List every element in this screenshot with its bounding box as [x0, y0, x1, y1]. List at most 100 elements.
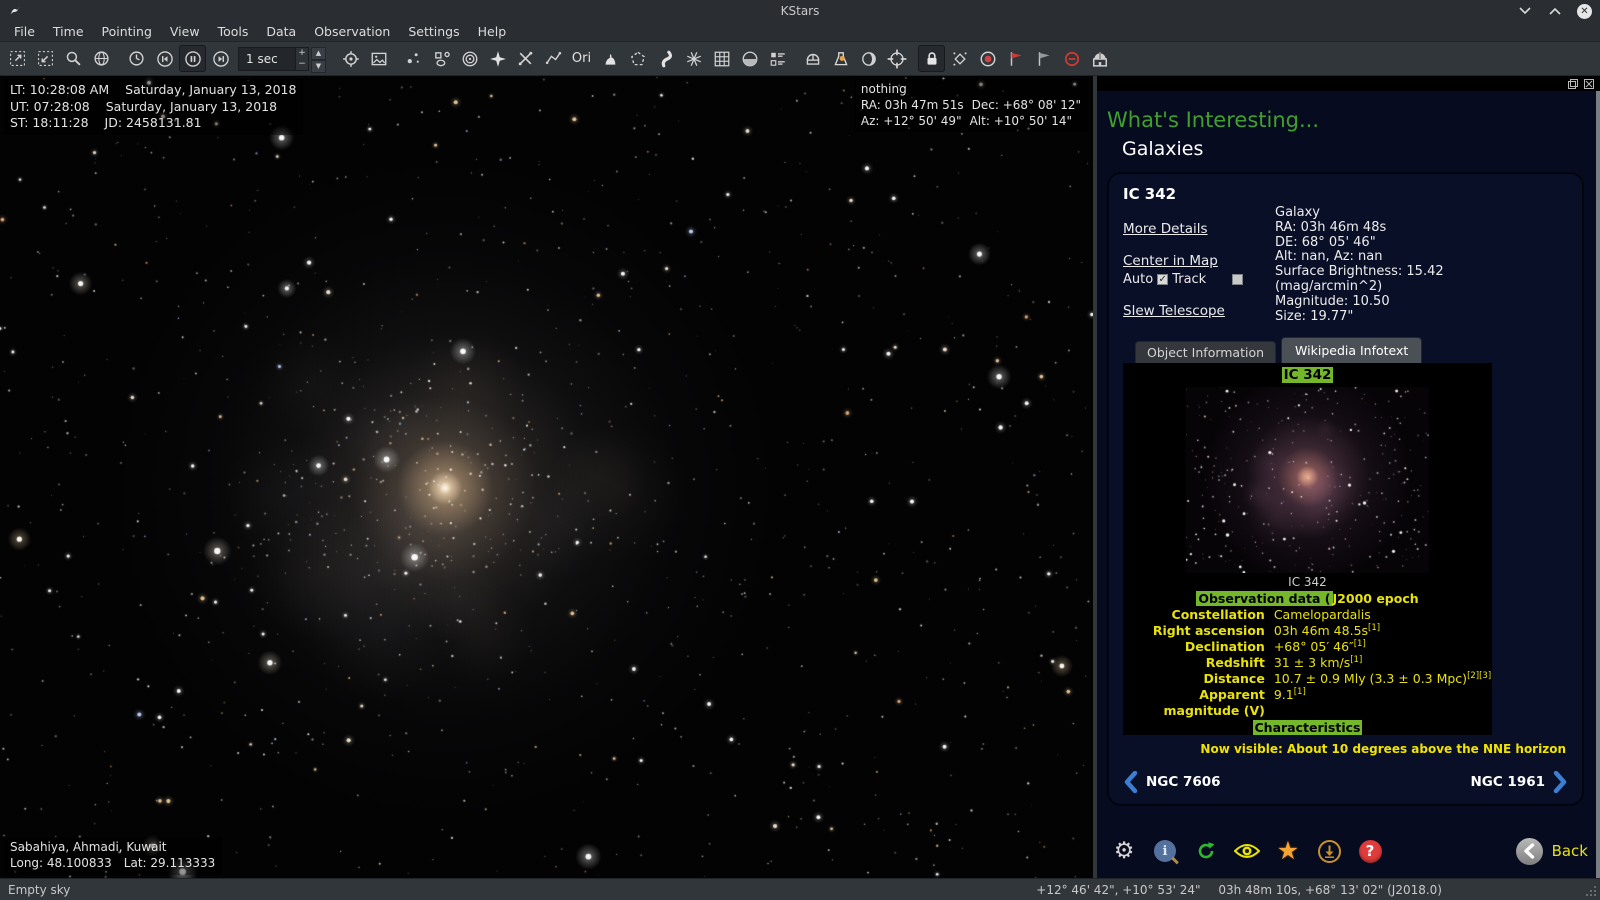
geolocation-icon[interactable]: [88, 45, 115, 72]
toggle-dso-icon[interactable]: [428, 45, 455, 72]
toggle-milkyway-icon[interactable]: [652, 45, 679, 72]
center-in-map-link[interactable]: Center in Map: [1123, 253, 1275, 269]
observation-list-icon[interactable]: [764, 45, 791, 72]
maximize-button[interactable]: [1547, 3, 1563, 19]
table-row: Redshift31 ± 3 km/s[1]: [1124, 655, 1491, 671]
close-button[interactable]: ✕: [1577, 4, 1592, 19]
menu-pointing[interactable]: Pointing: [94, 23, 160, 40]
auto-checkbox[interactable]: ✓: [1157, 274, 1168, 285]
float-panel-icon[interactable]: [1567, 78, 1578, 89]
menu-tools[interactable]: Tools: [210, 23, 257, 40]
record-icon[interactable]: [974, 45, 1001, 72]
time-step-back-icon[interactable]: [151, 45, 178, 72]
tab-wikipedia-infotext[interactable]: Wikipedia Infotext: [1281, 337, 1422, 363]
toggle-stars-icon[interactable]: [400, 45, 427, 72]
panel-title-strip: [1097, 76, 1600, 91]
focus-object-name: nothing: [861, 82, 1081, 98]
toggle-horizon-icon[interactable]: [736, 45, 763, 72]
menu-data[interactable]: Data: [258, 23, 304, 40]
table-row: Apparent magnitude (V)9.1[1]: [1124, 687, 1491, 719]
time-overlay: LT: 10:28:08 AMSaturday, January 13, 201…: [3, 79, 303, 135]
menu-view[interactable]: View: [162, 23, 208, 40]
object-summary: Galaxy RA: 03h 46m 48s DE: 68° 05' 46" A…: [1275, 205, 1444, 325]
dome-icon[interactable]: [799, 45, 826, 72]
pause-icon[interactable]: [179, 45, 206, 72]
focus-dec: Dec: +68° 08' 12": [972, 98, 1081, 112]
crosshair-icon[interactable]: [883, 45, 910, 72]
toggle-supernovae-icon[interactable]: [484, 45, 511, 72]
main-toolbar: 1 sec +− ▲▼ Ori: [0, 42, 1600, 76]
moon-phase-icon[interactable]: [855, 45, 882, 72]
sidereal-time: ST: 18:11:28: [10, 115, 89, 130]
resize-grip[interactable]: [1585, 885, 1597, 897]
time-unit-down[interactable]: ▼: [311, 60, 326, 73]
focus-overlay: nothing RA: 03h 47m 51sDec: +68° 08' 12"…: [854, 79, 1088, 132]
find-object-icon[interactable]: [60, 45, 87, 72]
location-place: Sabahiya, Ahmadi, Kuwait: [10, 840, 215, 856]
remove-circle-icon[interactable]: [1058, 45, 1085, 72]
back-button[interactable]: Back: [1516, 838, 1588, 865]
gray-flag-icon[interactable]: [1030, 45, 1057, 72]
universal-date: Saturday, January 13, 2018: [106, 99, 277, 114]
location-overlay: Sabahiya, Ahmadi, Kuwait Long: 48.100833…: [3, 837, 222, 875]
toggle-constellation-names-icon[interactable]: Ori: [568, 45, 595, 72]
download-icon[interactable]: [1316, 838, 1342, 864]
observatory-icon[interactable]: [1086, 45, 1113, 72]
julian-date: JD: 2458131.81: [105, 115, 202, 130]
visibility-eye-icon[interactable]: [1234, 838, 1260, 864]
track-checkbox[interactable]: [1232, 274, 1243, 285]
set-time-icon[interactable]: [123, 45, 150, 72]
tab-object-information[interactable]: Object Information: [1135, 341, 1276, 363]
toggle-satellites-icon[interactable]: [512, 45, 539, 72]
visibility-note: Now visible: About 10 degrees above the …: [1123, 742, 1568, 756]
reload-icon[interactable]: [1193, 838, 1219, 864]
toggle-constellation-bounds-icon[interactable]: [624, 45, 651, 72]
close-panel-icon[interactable]: [1583, 78, 1594, 89]
help-icon[interactable]: ?: [1357, 838, 1383, 864]
sky-map[interactable]: LT: 10:28:08 AMSaturday, January 13, 201…: [0, 76, 1093, 878]
select-region-icon[interactable]: [4, 45, 31, 72]
time-step-spinbox[interactable]: 1 sec +− ▲▼: [238, 47, 326, 71]
toggle-equatorial-grid-icon[interactable]: [680, 45, 707, 72]
wiki-object-photo: [1186, 387, 1429, 573]
sky-image-icon[interactable]: [365, 45, 392, 72]
toggle-constellation-art-icon[interactable]: [596, 45, 623, 72]
focus-target-icon[interactable]: [337, 45, 364, 72]
menu-observation[interactable]: Observation: [306, 23, 398, 40]
universal-time: UT: 07:28:08: [10, 99, 90, 114]
sky-map-canvas[interactable]: [0, 76, 1093, 878]
panel-scrollbar[interactable]: [1596, 91, 1600, 878]
status-message: Empty sky: [8, 883, 70, 897]
minimize-button[interactable]: [1517, 3, 1533, 19]
time-step-value[interactable]: 1 sec: [238, 47, 296, 71]
prev-object-button[interactable]: NGC 7606: [1123, 771, 1221, 793]
table-row: Right ascension03h 46m 48.5s[1]: [1124, 623, 1491, 639]
time-step-minus[interactable]: −: [296, 59, 308, 70]
menu-time[interactable]: Time: [45, 23, 92, 40]
time-step-forward-icon[interactable]: [207, 45, 234, 72]
menu-help[interactable]: Help: [470, 23, 515, 40]
supernova-alert-icon[interactable]: [827, 45, 854, 72]
wikipedia-infotext-view[interactable]: IC 342 IC 342 Observation data (J2000 ep…: [1123, 363, 1492, 735]
red-flag-icon[interactable]: [1002, 45, 1029, 72]
next-object-button[interactable]: NGC 1961: [1470, 771, 1568, 793]
zoom-to-fit-icon[interactable]: [32, 45, 59, 72]
observation-data-table: ConstellationCamelopardalis Right ascens…: [1124, 607, 1491, 720]
toggle-horizontal-grid-icon[interactable]: [708, 45, 735, 72]
time-unit-up[interactable]: ▲: [311, 47, 326, 60]
object-name: IC 342: [1123, 185, 1568, 203]
slew-telescope-link[interactable]: Slew Telescope: [1123, 303, 1275, 319]
time-step-plus[interactable]: +: [296, 48, 308, 59]
wiki-photo-caption: IC 342: [1123, 575, 1492, 589]
location-long: Long: 48.100833: [10, 856, 112, 870]
menu-file[interactable]: File: [6, 23, 43, 40]
settings-gear-icon[interactable]: ⚙: [1111, 838, 1137, 864]
more-details-link[interactable]: More Details: [1123, 221, 1275, 237]
favorite-star-icon[interactable]: ★: [1275, 838, 1301, 864]
snap-icon[interactable]: [946, 45, 973, 72]
lock-icon[interactable]: [918, 45, 945, 72]
details-info-icon[interactable]: i: [1152, 838, 1178, 864]
menu-settings[interactable]: Settings: [400, 23, 467, 40]
toggle-planets-icon[interactable]: [456, 45, 483, 72]
toggle-constellation-lines-icon[interactable]: [540, 45, 567, 72]
